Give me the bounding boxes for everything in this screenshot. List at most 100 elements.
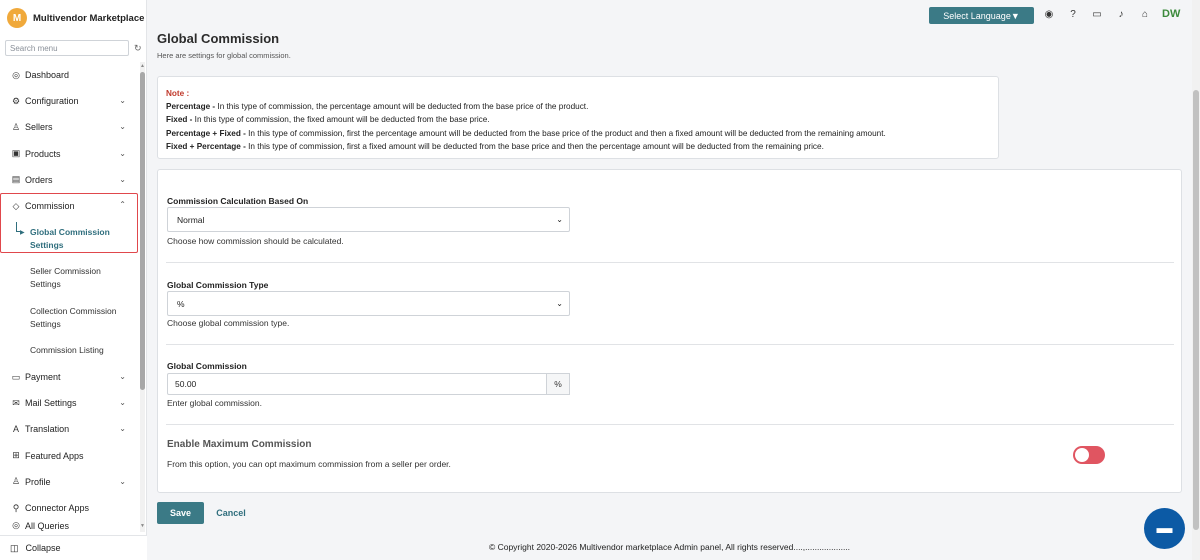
calc-help: Choose how commission should be calculat… <box>167 236 344 246</box>
type-selected-value: % <box>177 298 185 309</box>
sidebar-item-payment[interactable]: ▭ Payment ⌄ <box>0 364 140 390</box>
sidebar-subitem-collection-commission-settings[interactable]: Collection Commission Settings <box>30 305 130 331</box>
commission-label: Global Commission <box>167 361 247 371</box>
note-line-fixed: Fixed - In this type of commission, the … <box>166 113 990 126</box>
sidebar-menu: ◎ Dashboard ⚙ Configuration ⌄ ♙ Sellers … <box>0 62 140 193</box>
apps-icon: ⊞ <box>12 450 20 461</box>
chevron-down-icon: ⌄ <box>119 398 126 408</box>
sidebar-item-orders[interactable]: ▤ Orders ⌄ <box>0 167 140 193</box>
sidebar-item-connector-apps[interactable]: ⚲ Connector Apps <box>0 495 140 521</box>
page-scrollbar-thumb[interactable] <box>1193 90 1199 530</box>
help-icon[interactable]: ? <box>1066 8 1080 22</box>
sidebar-menu-lower: ▭ Payment ⌄ ✉ Mail Settings ⌄ A Translat… <box>0 364 140 532</box>
page-subtitle: Here are settings for global commission. <box>157 51 291 60</box>
calc-selected-value: Normal <box>177 214 205 225</box>
scroll-down-icon[interactable]: ▼ <box>140 523 145 529</box>
sidebar-scrollbar-thumb[interactable] <box>140 72 145 390</box>
dashboard-icon: ◎ <box>12 69 20 80</box>
note-line-percentage-fixed: Percentage + Fixed - In this type of com… <box>166 127 990 140</box>
max-commission-title: Enable Maximum Commission <box>167 439 312 450</box>
divider <box>166 262 1174 263</box>
sidebar-item-sellers[interactable]: ♙ Sellers ⌄ <box>0 114 140 140</box>
sidebar-item-mail-settings[interactable]: ✉ Mail Settings ⌄ <box>0 390 140 416</box>
sidebar-item-label: Sellers <box>25 122 53 133</box>
note-line-fixed-percentage: Fixed + Percentage - In this type of com… <box>166 140 990 153</box>
toggle-knob <box>1075 448 1089 462</box>
sidebar-subitem-global-commission-settings[interactable]: Global Commission Settings <box>30 226 130 252</box>
user-avatar-initials[interactable]: DW <box>1162 8 1180 20</box>
chevron-down-icon: ⌄ <box>119 122 126 132</box>
query-icon: ◎ <box>12 521 20 531</box>
feedback-icon[interactable]: ▭ <box>1090 8 1104 22</box>
calc-select[interactable]: Normal ⌄ <box>167 207 570 232</box>
page-title: Global Commission <box>157 31 280 46</box>
note-text: In this type of commission, first a fixe… <box>245 141 824 151</box>
translate-icon: A <box>12 424 19 435</box>
note-box: Note : Percentage - In this type of comm… <box>157 76 999 159</box>
sidebar-item-label: Orders <box>25 174 53 185</box>
sidebar: M Multivendor Marketplace ↻ ◎ Dashboard … <box>0 0 147 560</box>
max-commission-toggle[interactable] <box>1073 446 1105 464</box>
type-label: Global Commission Type <box>167 280 269 290</box>
calc-label: Commission Calculation Based On <box>167 196 309 206</box>
sidebar-item-profile[interactable]: ♙ Profile ⌄ <box>0 469 140 495</box>
note-term: Percentage - <box>166 102 216 112</box>
sidebar-item-dashboard[interactable]: ◎ Dashboard <box>0 62 140 88</box>
chevron-down-icon: ⌄ <box>119 148 126 158</box>
search-menu-input[interactable] <box>6 41 128 55</box>
payment-icon: ▭ <box>11 371 21 382</box>
chevron-down-icon: ⌄ <box>119 476 126 486</box>
commission-input[interactable] <box>167 373 547 395</box>
chevron-down-icon: ⌄ <box>556 299 563 308</box>
type-select[interactable]: % ⌄ <box>167 291 570 316</box>
divider <box>166 424 1174 425</box>
sidebar-item-label: Featured Apps <box>25 450 84 461</box>
scroll-up-icon[interactable]: ▲ <box>140 63 145 69</box>
chevron-up-icon: ⌃ <box>119 200 126 209</box>
note-text: In this type of commission, first the pe… <box>245 128 886 138</box>
person-icon: ♙ <box>11 121 21 132</box>
sidebar-item-commission[interactable]: ◇ Commission ⌃ <box>0 193 138 219</box>
sidebar-item-label: Commission <box>25 201 75 212</box>
sidebar-item-label: Mail Settings <box>25 398 77 409</box>
cancel-button[interactable]: Cancel <box>211 502 251 524</box>
sidebar-item-products[interactable]: ▣ Products ⌄ <box>0 141 140 167</box>
footer-copyright: © Copyright 2020-2026 Multivendor market… <box>488 542 851 552</box>
settings-icon: ⚙ <box>11 95 21 106</box>
sidebar-item-label: Products <box>25 148 61 159</box>
note-text: In this type of commission, the percenta… <box>215 102 589 112</box>
sidebar-item-label: Dashboard <box>25 70 70 81</box>
sidebar-item-label: All Queries <box>25 521 70 532</box>
refresh-icon[interactable]: ↻ <box>134 43 142 54</box>
chevron-down-icon: ⌄ <box>119 174 126 184</box>
save-button[interactable]: Save <box>157 502 204 524</box>
collapse-button[interactable]: ◫ Collapse <box>0 535 147 560</box>
plug-icon: ⚲ <box>12 502 20 513</box>
sidebar-item-configuration[interactable]: ⚙ Configuration ⌄ <box>0 88 140 114</box>
mail-icon: ✉ <box>12 397 20 408</box>
collapse-label: Collapse <box>25 543 61 553</box>
chat-bubble-icon: ▬ <box>1156 519 1173 537</box>
sidebar-item-label: Profile <box>25 476 51 487</box>
sidebar-subitem-seller-commission-settings[interactable]: Seller Commission Settings <box>30 265 130 291</box>
sidebar-item-all-queries[interactable]: ◎ All Queries <box>0 521 140 531</box>
chevron-down-icon: ⌄ <box>556 215 563 224</box>
select-language-button[interactable]: Select Language▼ <box>929 7 1034 24</box>
sidebar-item-featured-apps[interactable]: ⊞ Featured Apps <box>0 443 140 469</box>
note-text: In this type of commission, the fixed am… <box>192 115 490 125</box>
bell-icon[interactable]: ♪ <box>1114 8 1128 22</box>
collapse-icon: ◫ <box>10 542 19 553</box>
diamond-icon: ◇ <box>12 200 20 211</box>
account-circle-icon[interactable]: ◉ <box>1042 8 1056 22</box>
note-term: Fixed - <box>166 115 193 125</box>
search-menu[interactable] <box>5 40 129 56</box>
store-icon[interactable]: ⌂ <box>1138 8 1152 22</box>
sidebar-item-label: Configuration <box>25 96 79 107</box>
chevron-down-icon: ⌄ <box>119 96 126 106</box>
chat-button[interactable]: ▬ <box>1144 508 1185 549</box>
brand[interactable]: M Multivendor Marketplace <box>0 0 146 36</box>
sidebar-item-translation[interactable]: A Translation ⌄ <box>0 416 140 442</box>
type-help: Choose global commission type. <box>167 318 290 328</box>
sidebar-subitem-commission-listing[interactable]: Commission Listing <box>30 344 130 357</box>
box-icon: ▣ <box>11 148 21 159</box>
